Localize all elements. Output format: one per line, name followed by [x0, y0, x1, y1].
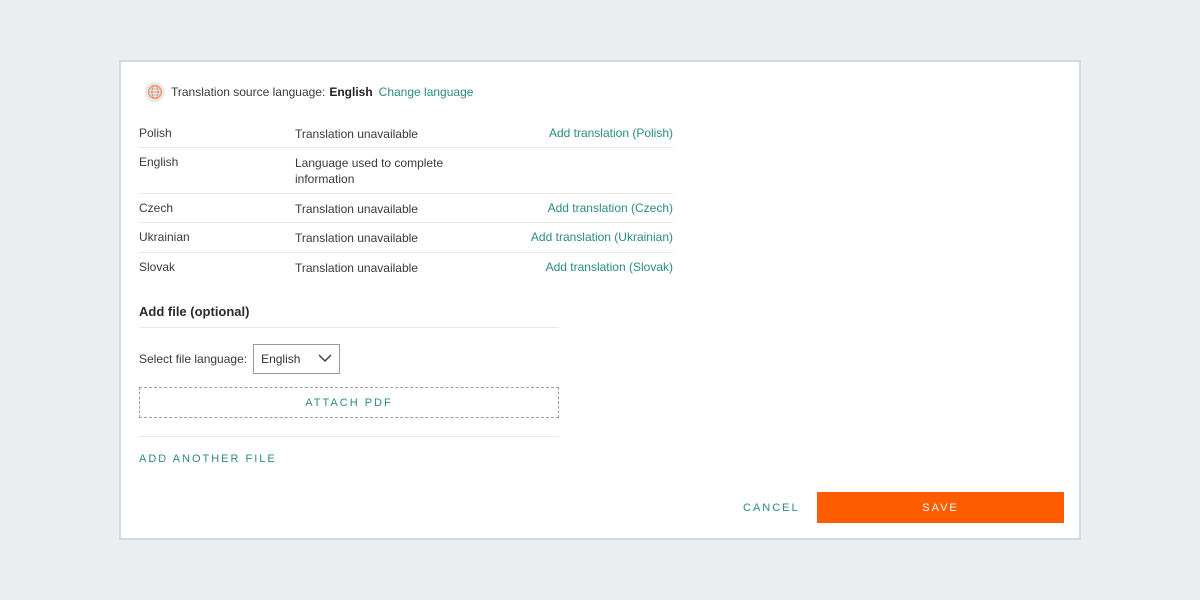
add-another-file-button[interactable]: ADD ANOTHER FILE — [139, 453, 277, 465]
file-language-value: English — [261, 352, 301, 366]
add-translation-czech-link[interactable]: Add translation (Czech) — [548, 201, 673, 215]
row-language: Slovak — [139, 260, 176, 274]
save-button[interactable]: SAVE — [817, 492, 1064, 523]
language-table: Polish Translation unavailable Add trans… — [139, 120, 673, 283]
row-status: Translation unavailable — [295, 202, 418, 216]
change-language-link[interactable]: Change language — [379, 85, 474, 99]
row-language: Polish — [139, 126, 172, 140]
source-language-label: Translation source language: — [171, 85, 326, 99]
source-language-value: English — [329, 85, 373, 99]
table-row: English Language used to complete inform… — [139, 148, 673, 194]
add-translation-ukrainian-link[interactable]: Add translation (Ukrainian) — [531, 230, 673, 244]
select-file-language-label: Select file language: — [139, 352, 248, 366]
translation-panel: Translation source language: English Cha… — [119, 60, 1081, 540]
row-status: Language used to complete information — [295, 156, 444, 186]
add-translation-slovak-link[interactable]: Add translation (Slovak) — [546, 260, 673, 274]
row-language: English — [139, 155, 179, 169]
attach-pdf-button[interactable]: ATTACH PDF — [139, 387, 559, 418]
row-language: Czech — [139, 201, 174, 215]
add-file-title: Add file (optional) — [139, 304, 250, 319]
divider — [139, 327, 559, 328]
file-language-row: Select file language: English — [139, 344, 341, 374]
globe-icon — [145, 82, 165, 102]
row-language: Ukrainian — [139, 230, 190, 244]
source-language-bar: Translation source language: English Cha… — [145, 82, 473, 102]
divider — [139, 436, 559, 437]
table-row: Czech Translation unavailable Add transl… — [139, 194, 673, 223]
add-translation-polish-link[interactable]: Add translation (Polish) — [549, 126, 673, 140]
table-row: Ukrainian Translation unavailable Add tr… — [139, 223, 673, 253]
row-status: Translation unavailable — [295, 231, 418, 245]
cancel-button[interactable]: CANCEL — [743, 502, 800, 514]
table-row: Polish Translation unavailable Add trans… — [139, 120, 673, 148]
file-language-select[interactable]: English — [253, 344, 341, 374]
chevron-down-icon — [318, 352, 332, 366]
table-row: Slovak Translation unavailable Add trans… — [139, 253, 673, 283]
row-status: Translation unavailable — [295, 127, 418, 141]
row-status: Translation unavailable — [295, 261, 418, 275]
